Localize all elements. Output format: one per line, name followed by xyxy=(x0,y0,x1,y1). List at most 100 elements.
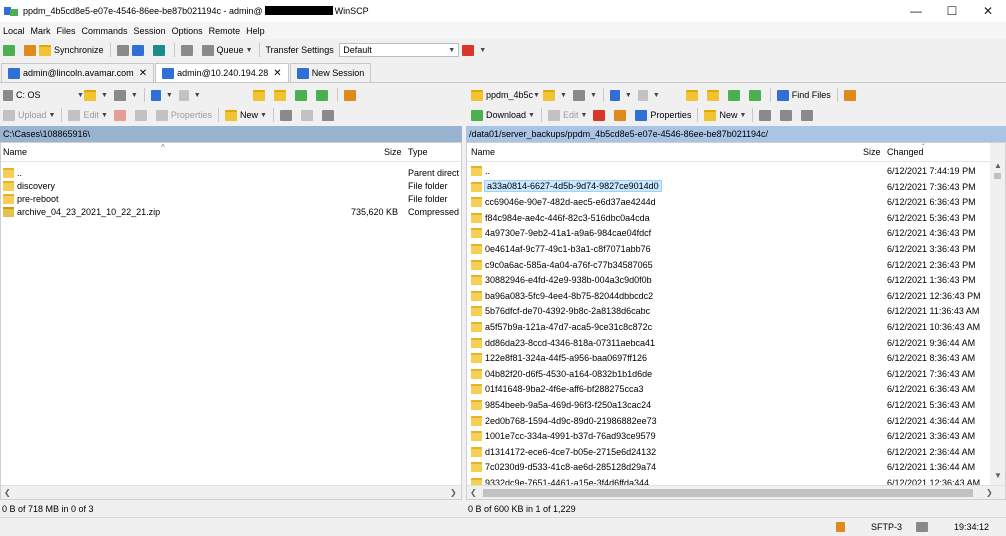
local-drive-select[interactable]: C: OS xyxy=(0,88,72,102)
local-horizontal-scrollbar[interactable]: ❮ ❯ xyxy=(1,485,461,499)
parent-directory-row[interactable]: .. 6/12/2021 7:44:19 PM xyxy=(467,163,989,179)
scroll-down-icon[interactable]: ▼ xyxy=(994,471,1002,480)
download-button[interactable]: Download ▼ xyxy=(468,106,538,124)
folder-row[interactable]: 7c0230d9-d533-41c8-ae6d-285128d29a74 6/12… xyxy=(467,459,989,475)
menu-mark[interactable]: Mark xyxy=(28,26,54,36)
folder-row[interactable]: dd86da23-8ccd-4346-818a-07311aebca41 6/12… xyxy=(467,335,989,351)
col-size-header[interactable]: Size xyxy=(384,147,402,157)
left-delete-button[interactable] xyxy=(111,106,132,124)
folder-row[interactable]: 30882946-e4fd-42e9-938b-004a3c9d0f0b 6/12… xyxy=(467,272,989,288)
scroll-right-icon[interactable]: ❯ xyxy=(450,488,457,497)
right-edit-button[interactable]: Edit ▼ xyxy=(545,106,590,124)
minimize-button[interactable]: — xyxy=(898,0,934,22)
folder-row[interactable]: 5b76dfcf-de70-4392-9b8c-2a8138d6cabc 6/12… xyxy=(467,303,989,319)
left-filter-button[interactable]: ▼ xyxy=(111,86,141,104)
right-sync-browse-button[interactable] xyxy=(841,86,862,104)
synchronize-button[interactable]: Synchronize xyxy=(21,41,107,59)
remote-location-select[interactable]: ppdm_4b5c ▼ xyxy=(468,88,540,102)
right-root-dir-button[interactable] xyxy=(704,86,725,104)
upload-button[interactable]: Upload ▼ xyxy=(0,106,58,124)
folder-row[interactable]: 01f41648-9ba2-4f6e-aff6-bf288275cca3 6/12… xyxy=(467,381,989,397)
right-open-folder-button[interactable]: ▼ xyxy=(540,86,570,104)
remote-path-bar[interactable]: /data01/server_backups/ppdm_4b5cd8e5-e07… xyxy=(466,126,1006,142)
right-select-all-button[interactable] xyxy=(756,106,777,124)
folder-row[interactable]: 1001e7cc-334a-4991-b37d-76ad93ce9579 6/12… xyxy=(467,428,989,444)
tab-active-session[interactable]: admin@10.240.194.28 ✕ xyxy=(155,63,289,82)
right-new-button[interactable]: New ▼ xyxy=(701,106,749,124)
find-files-button[interactable]: Find Files xyxy=(774,86,834,104)
folder-row[interactable]: 2ed0b768-1594-4d9c-89d0-21986882ee73 6/12… xyxy=(467,413,989,429)
right-parent-dir-button[interactable] xyxy=(683,86,704,104)
right-back-button[interactable]: ▼ xyxy=(607,86,635,104)
menu-local[interactable]: Local xyxy=(0,26,28,36)
left-home-button[interactable] xyxy=(292,86,313,104)
left-forward-button[interactable]: ▼ xyxy=(176,86,204,104)
left-new-button[interactable]: New ▼ xyxy=(222,106,270,124)
tab-lincoln[interactable]: admin@lincoln.avamar.com ✕ xyxy=(1,63,155,82)
menu-files[interactable]: Files xyxy=(54,26,79,36)
folder-row[interactable]: f84c984e-ae4c-446f-82c3-516dbc0a4cda 6/12… xyxy=(467,210,989,226)
remote-horizontal-scrollbar[interactable]: ❮ ❯ xyxy=(467,485,1005,499)
folder-row[interactable]: cc69046e-90e7-482d-aec5-e6d37ae4244d 6/12… xyxy=(467,194,989,210)
folder-row[interactable]: 4a9730e7-9eb2-41a1-a9a6-984cae04fdcf 6/12… xyxy=(467,225,989,241)
folder-row[interactable]: d1314172-ece6-4ce7-b05e-2715e6d24132 6/12… xyxy=(467,444,989,460)
menu-commands[interactable]: Commands xyxy=(79,26,131,36)
right-filter-files-button[interactable] xyxy=(798,106,819,124)
local-file-list[interactable]: Name ^ Size Type .. Parent direct discover… xyxy=(0,142,462,500)
folder-row[interactable]: 04b82f20-d6f5-4530-a164-0832b1b1d6de 6/12… xyxy=(467,366,989,382)
left-refresh-button[interactable] xyxy=(313,86,334,104)
col-name-header[interactable]: Name xyxy=(471,147,495,157)
close-tab-icon[interactable]: ✕ xyxy=(139,68,147,79)
folder-row[interactable]: 122e8f81-324a-44f5-a956-baa0697ff126 6/12… xyxy=(467,350,989,366)
left-properties-button[interactable]: Properties xyxy=(153,106,215,124)
local-path-bar[interactable]: C:\Cases\108865916\ xyxy=(0,126,462,142)
folder-row[interactable]: ba96a083-5fc9-4ee4-8b75-82044dbbcdc2 6/12… xyxy=(467,288,989,304)
transfer-options-button[interactable]: ▼ xyxy=(459,41,489,59)
right-home-button[interactable] xyxy=(725,86,746,104)
right-refresh-button[interactable] xyxy=(746,86,767,104)
right-delete-button[interactable] xyxy=(590,106,611,124)
menu-remote[interactable]: Remote xyxy=(206,26,244,36)
menu-help[interactable]: Help xyxy=(243,26,268,36)
folder-row[interactable]: c9c0a6ac-585a-4a04-a76f-c77b34587065 6/12… xyxy=(467,257,989,273)
left-deselect-button[interactable] xyxy=(298,106,319,124)
right-filter-button[interactable]: ▼ xyxy=(570,86,600,104)
transfer-settings-select[interactable]: Default ▼ xyxy=(339,43,460,57)
folder-row[interactable]: 0e4614af-9c77-49c1-b3a1-c8f7071abb76 6/12… xyxy=(467,241,989,257)
folder-row[interactable]: 9854beeb-9a5a-469d-96f3-f250a13cac24 6/12… xyxy=(467,397,989,413)
right-properties-button[interactable]: Properties xyxy=(632,106,694,124)
close-button[interactable]: ✕ xyxy=(970,0,1006,22)
left-root-dir-button[interactable] xyxy=(271,86,292,104)
left-rename-button[interactable] xyxy=(132,106,153,124)
col-name-header[interactable]: Name xyxy=(3,147,27,157)
folder-row[interactable]: a5f57b9a-121a-47d7-aca5-9ce31c8c872c 6/12… xyxy=(467,319,989,335)
add-button[interactable] xyxy=(0,41,21,59)
menu-session[interactable]: Session xyxy=(131,26,169,36)
preferences-button[interactable] xyxy=(178,41,199,59)
left-open-folder-button[interactable]: ▼ ▼ xyxy=(72,86,111,104)
left-parent-dir-button[interactable] xyxy=(250,86,271,104)
right-rename-button[interactable] xyxy=(611,106,632,124)
terminal-button[interactable] xyxy=(150,41,171,59)
left-select-all-button[interactable] xyxy=(277,106,298,124)
col-changed-header[interactable]: Changed xyxy=(887,147,924,157)
left-sync-browse-button[interactable] xyxy=(341,86,362,104)
scroll-up-icon[interactable]: ▲ xyxy=(994,161,1002,170)
right-forward-button[interactable]: ▼ xyxy=(635,86,663,104)
col-size-header[interactable]: Size xyxy=(863,147,881,157)
file-row[interactable]: archive_04_23_2021_10_22_21.zip 735,620 K… xyxy=(1,204,461,220)
folder-row[interactable]: a33a0814-6627-4d5b-9d74-9827ce9014d0 6/12… xyxy=(467,179,989,195)
tab-new-session[interactable]: New Session xyxy=(289,63,372,82)
close-tab-icon[interactable]: ✕ xyxy=(273,68,281,79)
queue-button[interactable]: Queue ▼ xyxy=(199,41,256,59)
left-back-button[interactable]: ▼ xyxy=(148,86,176,104)
col-type-header[interactable]: Type xyxy=(408,147,428,157)
left-edit-button[interactable]: Edit ▼ xyxy=(65,106,110,124)
menu-options[interactable]: Options xyxy=(169,26,206,36)
remote-file-list[interactable]: Name Size Changed ˇ .. 6/12/2021 7:44:19 … xyxy=(466,142,1006,500)
console-button[interactable] xyxy=(114,41,150,59)
remote-vertical-scrollbar[interactable]: ▲ ▼ xyxy=(990,143,1005,485)
left-filter-files-button[interactable] xyxy=(319,106,340,124)
h-scroll-thumb[interactable] xyxy=(483,489,973,497)
scroll-thumb[interactable] xyxy=(994,173,1001,179)
